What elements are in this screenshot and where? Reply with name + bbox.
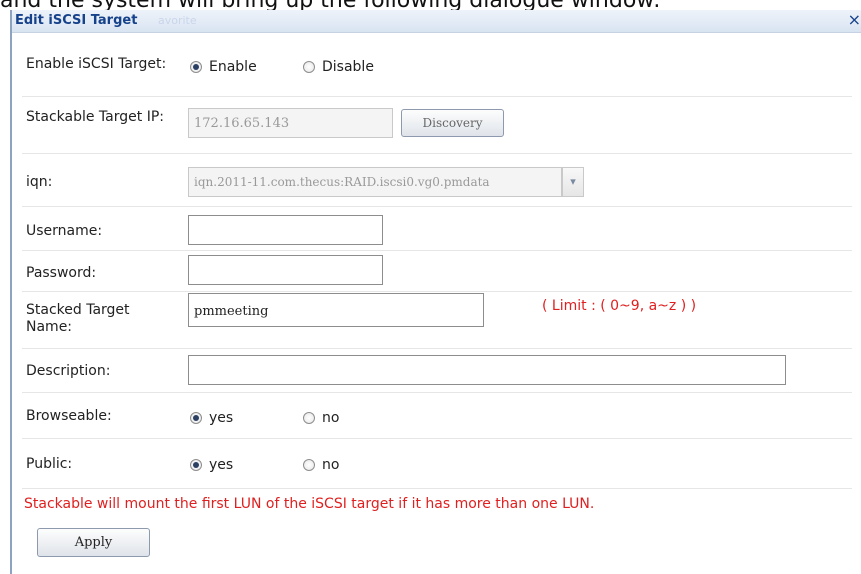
row-public: Public: yes no — [24, 440, 854, 485]
edit-iscsi-target-dialog: Edit iSCSI Target avorite × Enable iSCSI… — [10, 10, 861, 574]
divider — [22, 153, 852, 154]
row-stacked-name: Stacked Target Name: pmmeeting ( Limit :… — [24, 293, 854, 343]
label-browseable: Browseable: — [26, 408, 112, 424]
divider — [22, 96, 852, 97]
stackable-note: Stackable will mount the first LUN of th… — [24, 496, 595, 512]
radio-yes-label: yes — [209, 457, 234, 473]
divider — [22, 206, 852, 207]
label-stacked-name: Stacked Target Name: — [26, 302, 130, 335]
password-input[interactable] — [188, 255, 383, 285]
chevron-down-icon[interactable]: ▾ — [562, 167, 584, 197]
radio-enable[interactable]: Enable — [190, 59, 257, 75]
discovery-button[interactable]: Discovery — [401, 109, 504, 137]
row-stackable-ip: Stackable Target IP: 172.16.65.143 Disco… — [24, 100, 854, 145]
divider — [22, 438, 852, 439]
divider — [22, 348, 852, 349]
radio-unselected-icon — [303, 412, 315, 424]
dialog-title: Edit iSCSI Target — [15, 13, 138, 28]
label-public: Public: — [26, 456, 73, 472]
radio-disable[interactable]: Disable — [303, 59, 374, 75]
iqn-select[interactable]: iqn.2011-11.com.thecus:RAID.iscsi0.vg0.p… — [188, 167, 562, 197]
row-iqn: iqn: iqn.2011-11.com.thecus:RAID.iscsi0.… — [24, 157, 854, 197]
divider — [22, 291, 852, 292]
ghost-tab-text: avorite — [158, 14, 197, 27]
username-input[interactable] — [188, 215, 383, 245]
apply-button[interactable]: Apply — [37, 528, 150, 557]
radio-no-label: no — [322, 410, 340, 426]
stacked-name-input[interactable]: pmmeeting — [188, 293, 484, 327]
divider — [22, 250, 852, 251]
label-enable-target: Enable iSCSI Target: — [26, 56, 167, 72]
description-input[interactable] — [188, 355, 786, 385]
row-description: Description: — [24, 350, 854, 390]
divider — [22, 488, 852, 489]
radio-browseable-no[interactable]: no — [303, 410, 339, 426]
radio-unselected-icon — [303, 459, 315, 471]
radio-selected-icon — [190, 459, 202, 471]
label-iqn: iqn: — [26, 174, 53, 190]
radio-public-yes[interactable]: yes — [190, 457, 233, 473]
radio-browseable-yes[interactable]: yes — [190, 410, 233, 426]
radio-yes-label: yes — [209, 410, 234, 426]
stackable-ip-input[interactable]: 172.16.65.143 — [188, 108, 393, 138]
radio-public-no[interactable]: no — [303, 457, 339, 473]
radio-selected-icon — [190, 412, 202, 424]
dialog-titlebar[interactable]: Edit iSCSI Target avorite × — [12, 10, 861, 33]
radio-enable-label: Enable — [209, 59, 257, 75]
label-username: Username: — [26, 223, 103, 239]
label-description: Description: — [26, 363, 111, 379]
row-enable-target: Enable iSCSI Target: Enable Disable — [24, 48, 854, 93]
radio-unselected-icon — [303, 61, 315, 73]
radio-selected-icon — [190, 61, 202, 73]
label-password: Password: — [26, 265, 97, 281]
close-icon[interactable]: × — [848, 12, 861, 28]
radio-no-label: no — [322, 457, 340, 473]
row-password: Password: — [24, 252, 854, 292]
row-browseable: Browseable: yes no — [24, 394, 854, 434]
divider — [22, 392, 852, 393]
label-stackable-ip: Stackable Target IP: — [26, 109, 164, 125]
limit-hint: ( Limit : ( 0~9, a~z ) ) — [542, 298, 697, 314]
radio-disable-label: Disable — [322, 59, 374, 75]
row-username: Username: — [24, 210, 854, 250]
